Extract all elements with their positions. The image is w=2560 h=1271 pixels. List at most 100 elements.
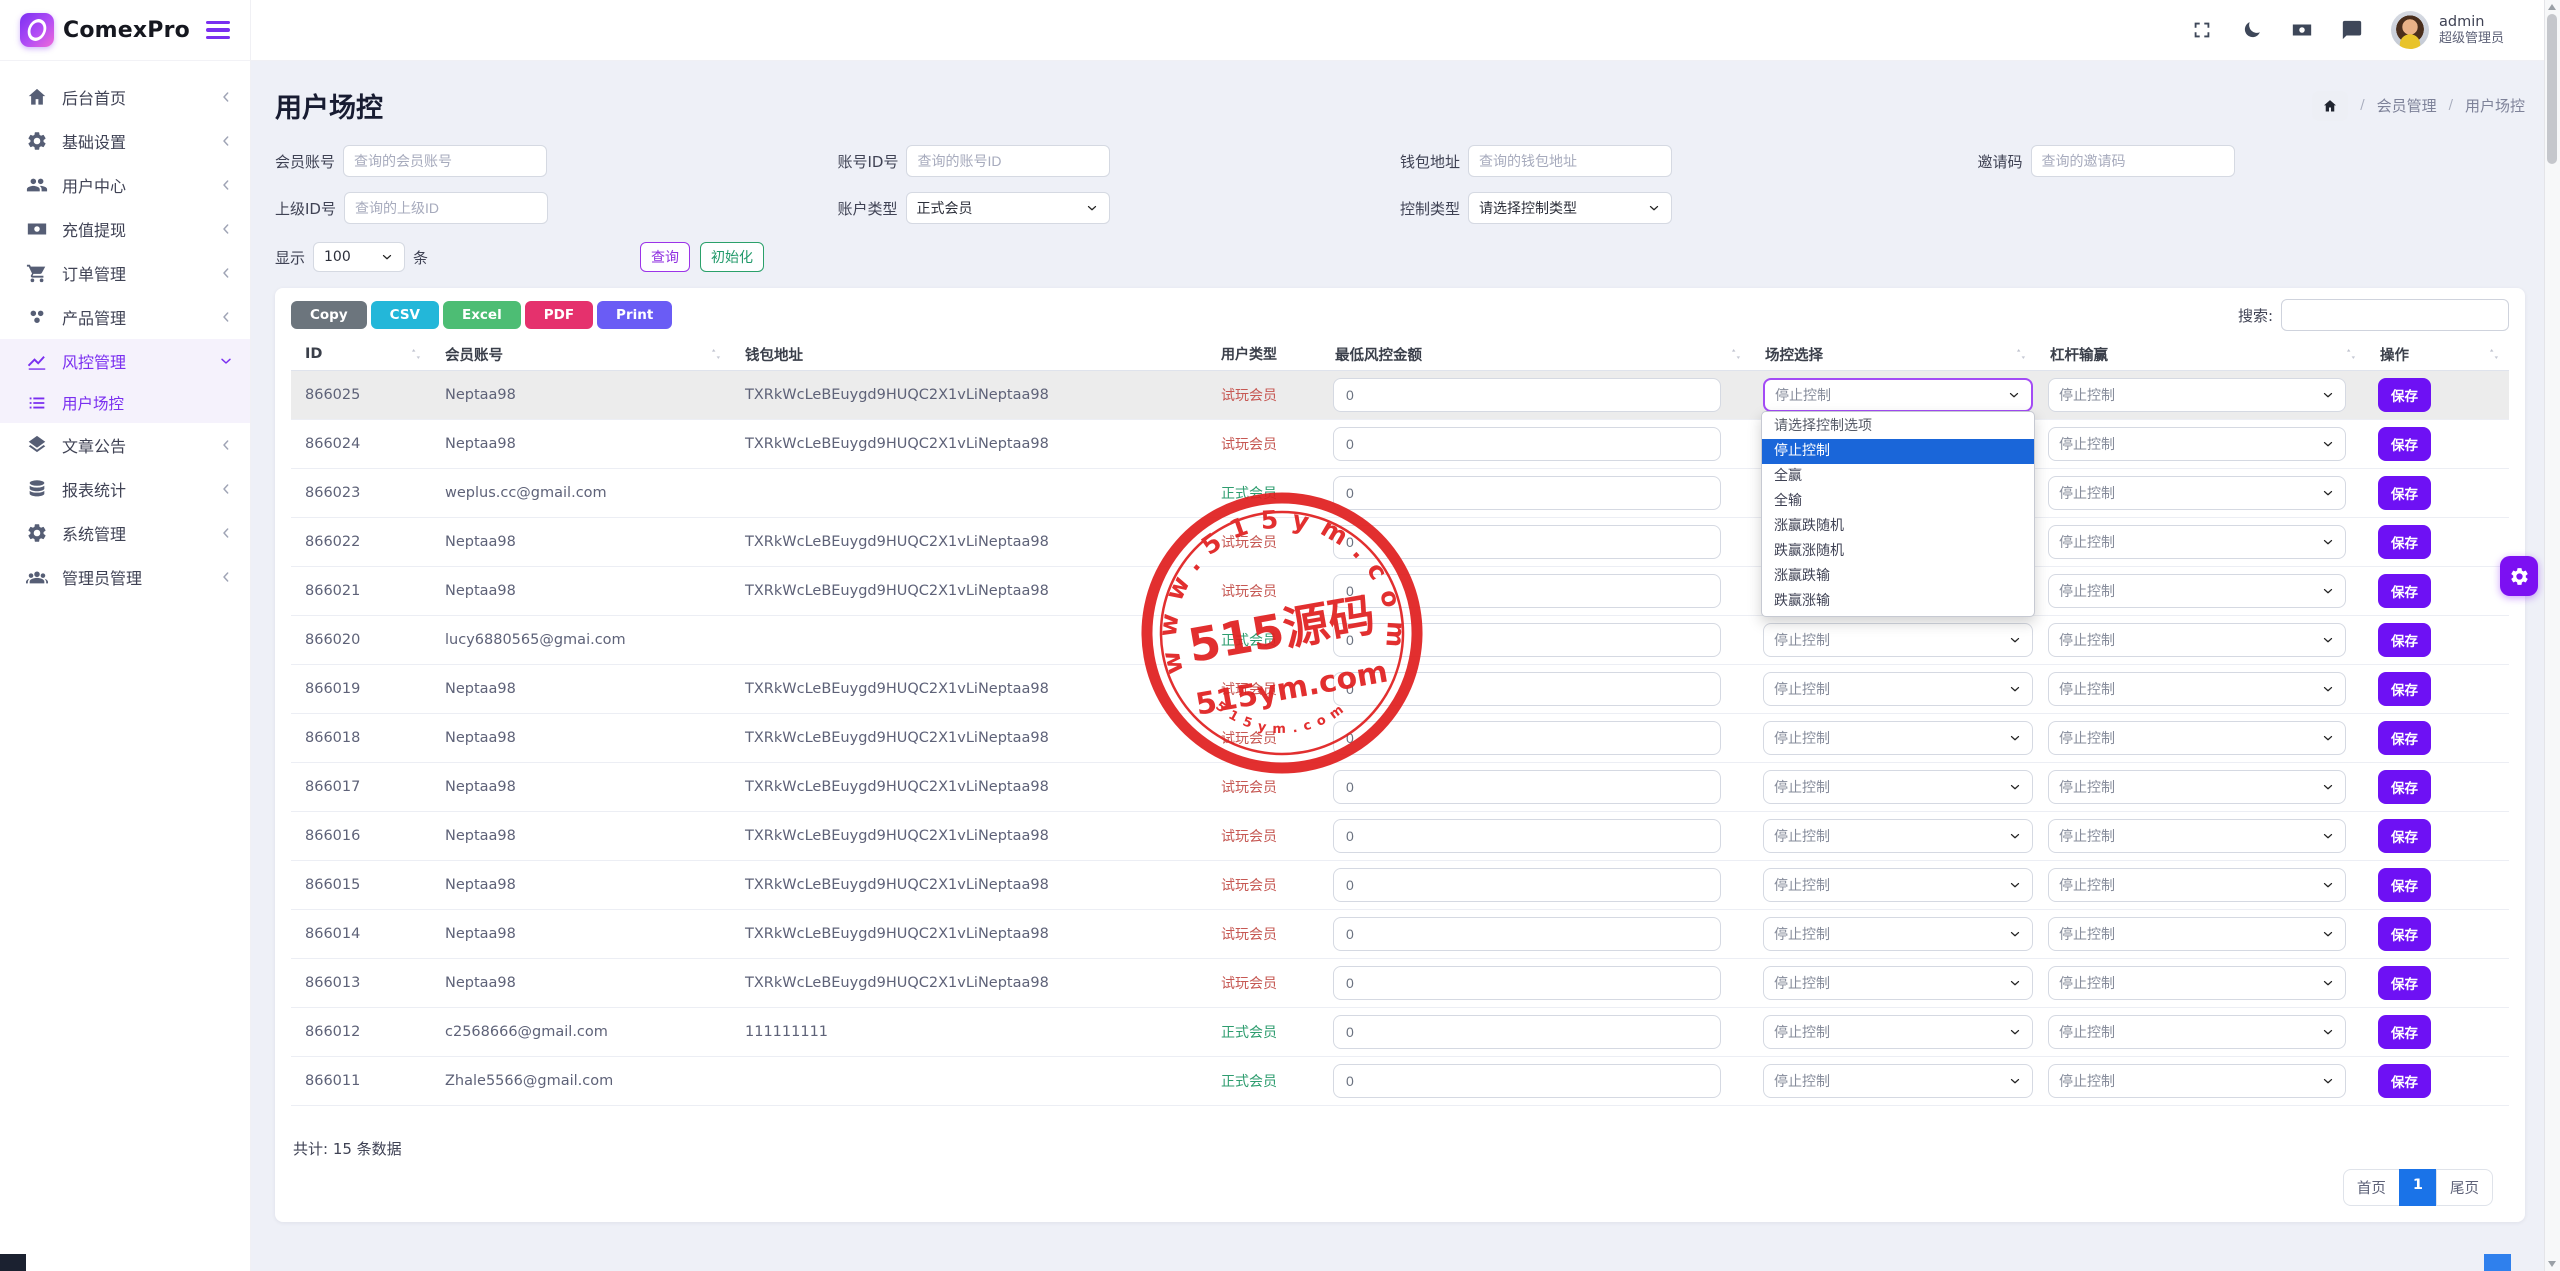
- dropdown-option[interactable]: 跌赢涨输: [1762, 589, 2034, 614]
- dark-mode-icon[interactable]: [2241, 19, 2263, 41]
- dropdown-option[interactable]: 涨赢跌输: [1762, 564, 2034, 589]
- column-header-0[interactable]: ID: [291, 346, 431, 362]
- pagination-first[interactable]: 首页: [2343, 1169, 2400, 1206]
- column-header-1[interactable]: 会员账号: [431, 344, 731, 365]
- save-button[interactable]: 保存: [2378, 917, 2431, 951]
- dropdown-option[interactable]: 全赢: [1762, 464, 2034, 489]
- save-button[interactable]: 保存: [2378, 672, 2431, 706]
- min-risk-amount-input[interactable]: [1333, 378, 1721, 412]
- scene-control-select[interactable]: 停止控制: [1763, 819, 2033, 853]
- export-excel-button[interactable]: Excel: [443, 301, 521, 329]
- dropdown-option[interactable]: 停止控制: [1762, 439, 2034, 464]
- fullscreen-icon[interactable]: [2191, 19, 2213, 41]
- scene-control-select[interactable]: 停止控制: [1763, 966, 2033, 1000]
- filter-control-type-select[interactable]: 请选择控制类型: [1468, 192, 1672, 224]
- lever-winlose-select[interactable]: 停止控制: [2048, 1064, 2346, 1098]
- column-header-2[interactable]: 钱包地址: [731, 344, 1181, 365]
- brand[interactable]: ComexPro: [20, 13, 190, 47]
- pagination-page-1[interactable]: 1: [2399, 1169, 2437, 1206]
- lever-winlose-select[interactable]: 停止控制: [2048, 672, 2346, 706]
- dropdown-option[interactable]: 涨赢跌随机: [1762, 514, 2034, 539]
- save-button[interactable]: 保存: [2378, 770, 2431, 804]
- sidebar-item-admin-management[interactable]: 管理员管理: [0, 555, 250, 599]
- save-button[interactable]: 保存: [2378, 868, 2431, 902]
- min-risk-amount-input[interactable]: [1333, 574, 1721, 608]
- save-button[interactable]: 保存: [2378, 1015, 2431, 1049]
- min-risk-amount-input[interactable]: [1333, 1064, 1721, 1098]
- scene-control-select[interactable]: 停止控制: [1763, 868, 2033, 902]
- column-header-5[interactable]: 场控选择: [1751, 344, 2036, 365]
- save-button[interactable]: 保存: [2378, 476, 2431, 510]
- save-button[interactable]: 保存: [2378, 1064, 2431, 1098]
- admin-menu[interactable]: admin 超级管理员: [2391, 11, 2504, 49]
- column-header-6[interactable]: 杠杆输赢: [2036, 344, 2366, 365]
- column-header-7[interactable]: 操作: [2366, 344, 2509, 365]
- min-risk-amount-input[interactable]: [1333, 525, 1721, 559]
- lever-winlose-select[interactable]: 停止控制: [2048, 868, 2346, 902]
- column-header-3[interactable]: 用户类型: [1181, 344, 1321, 364]
- lever-winlose-select[interactable]: 停止控制: [2048, 721, 2346, 755]
- filter-member-account-input[interactable]: [343, 145, 547, 177]
- lever-winlose-select[interactable]: 停止控制: [2048, 1015, 2346, 1049]
- page-size-select[interactable]: 100: [313, 242, 405, 272]
- save-button[interactable]: 保存: [2378, 427, 2431, 461]
- search-input[interactable]: [2281, 299, 2509, 331]
- dropdown-option[interactable]: 请选择控制选项: [1762, 414, 2034, 439]
- lever-winlose-select[interactable]: 停止控制: [2048, 427, 2346, 461]
- min-risk-amount-input[interactable]: [1333, 819, 1721, 853]
- scene-control-select[interactable]: 停止控制: [1763, 378, 2033, 412]
- min-risk-amount-input[interactable]: [1333, 966, 1721, 1000]
- reset-button[interactable]: 初始化: [700, 242, 764, 272]
- min-risk-amount-input[interactable]: [1333, 917, 1721, 951]
- save-button[interactable]: 保存: [2378, 819, 2431, 853]
- scrollbar-thumb[interactable]: [2547, 14, 2557, 164]
- export-csv-button[interactable]: CSV: [371, 301, 439, 329]
- save-button[interactable]: 保存: [2378, 525, 2431, 559]
- filter-wallet-address-input[interactable]: [1468, 145, 1672, 177]
- scene-control-select[interactable]: 停止控制: [1763, 1064, 2033, 1098]
- min-risk-amount-input[interactable]: [1333, 868, 1721, 902]
- menu-toggle-icon[interactable]: [202, 17, 234, 43]
- filter-invite-code-input[interactable]: [2031, 145, 2235, 177]
- min-risk-amount-input[interactable]: [1333, 672, 1721, 706]
- save-button[interactable]: 保存: [2378, 378, 2431, 412]
- scene-control-select[interactable]: 停止控制: [1763, 770, 2033, 804]
- pagination-last[interactable]: 尾页: [2436, 1169, 2493, 1206]
- save-button[interactable]: 保存: [2378, 574, 2431, 608]
- column-header-4[interactable]: 最低风控金额: [1321, 344, 1751, 365]
- sidebar-item-risk-management[interactable]: 风控管理: [0, 339, 250, 383]
- scrollbar-track[interactable]: [2544, 0, 2560, 1271]
- wallet-icon[interactable]: [2291, 19, 2313, 41]
- sidebar-item-report-statistics[interactable]: 报表统计: [0, 467, 250, 511]
- save-button[interactable]: 保存: [2378, 966, 2431, 1000]
- scene-control-select[interactable]: 停止控制: [1763, 1015, 2033, 1049]
- scrollbar-down-arrow-icon[interactable]: [2548, 1261, 2556, 1267]
- scene-control-select[interactable]: 停止控制: [1763, 721, 2033, 755]
- save-button[interactable]: 保存: [2378, 721, 2431, 755]
- save-button[interactable]: 保存: [2378, 623, 2431, 657]
- lever-winlose-select[interactable]: 停止控制: [2048, 623, 2346, 657]
- scene-control-select[interactable]: 停止控制: [1763, 917, 2033, 951]
- min-risk-amount-input[interactable]: [1333, 623, 1721, 657]
- scene-control-select[interactable]: 停止控制: [1763, 623, 2033, 657]
- settings-fab-gear-icon[interactable]: [2500, 556, 2538, 596]
- lever-winlose-select[interactable]: 停止控制: [2048, 966, 2346, 1000]
- avatar[interactable]: [2391, 11, 2429, 49]
- scene-control-select[interactable]: 停止控制: [1763, 672, 2033, 706]
- sidebar-subitem-user-scene-control[interactable]: 用户场控: [0, 383, 250, 423]
- export-pdf-button[interactable]: PDF: [525, 301, 593, 329]
- min-risk-amount-input[interactable]: [1333, 721, 1721, 755]
- sidebar-item-user-center[interactable]: 用户中心: [0, 163, 250, 207]
- min-risk-amount-input[interactable]: [1333, 1015, 1721, 1049]
- dropdown-option[interactable]: 跌赢涨随机: [1762, 539, 2034, 564]
- scrollbar-up-arrow-icon[interactable]: [2548, 4, 2556, 10]
- filter-parent-id-input[interactable]: [344, 192, 548, 224]
- lever-winlose-select[interactable]: 停止控制: [2048, 574, 2346, 608]
- sidebar-item-recharge-withdraw[interactable]: 充值提现: [0, 207, 250, 251]
- filter-account-id-input[interactable]: [906, 145, 1110, 177]
- sidebar-item-dashboard[interactable]: 后台首页: [0, 75, 250, 119]
- sidebar-item-basic-settings[interactable]: 基础设置: [0, 119, 250, 163]
- lever-winlose-select[interactable]: 停止控制: [2048, 525, 2346, 559]
- lever-winlose-select[interactable]: 停止控制: [2048, 819, 2346, 853]
- export-copy-button[interactable]: Copy: [291, 301, 367, 329]
